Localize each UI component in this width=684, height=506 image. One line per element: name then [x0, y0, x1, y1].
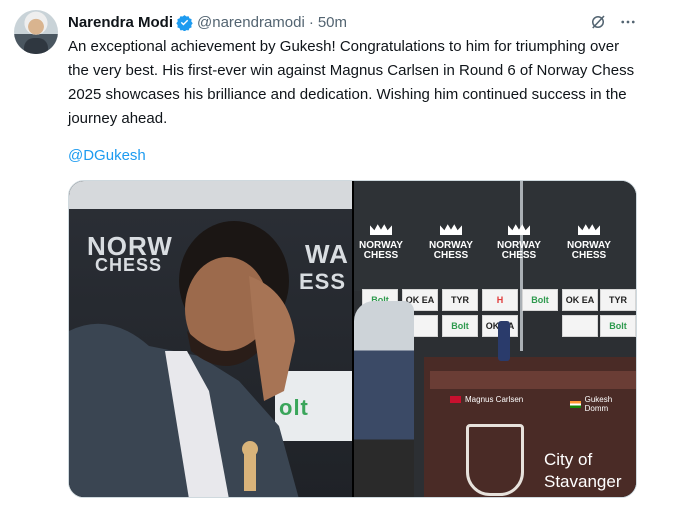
sponsor-board-6: OK EA: [562, 289, 598, 311]
grok-icon[interactable]: [588, 12, 608, 32]
sponsor-board-7: TYR: [600, 289, 636, 311]
mention-link[interactable]: @DGukesh: [68, 146, 146, 166]
tweet-media[interactable]: NORW CHESS WA ESS olt NORWAY CHESS NORWA…: [68, 180, 637, 498]
tweet[interactable]: Narendra Modi @narendramodi · 50m An exc…: [0, 0, 684, 506]
author-handle[interactable]: @narendramodi: [197, 14, 305, 31]
nameplate-carlsen: Magnus Carlsen: [450, 395, 523, 404]
norway-chess-logo-1: NORWAY CHESS: [354, 223, 412, 261]
tweet-text: An exceptional achievement by Gukesh! Co…: [68, 38, 639, 127]
norway-chess-logo-4: NORWAY CHESS: [558, 223, 620, 261]
sponsor-board-4: H: [482, 289, 518, 311]
sponsor-board-10: Bolt: [442, 315, 478, 337]
water-bottle: [498, 321, 510, 361]
sponsor-board-3: TYR: [442, 289, 478, 311]
photo-gukesh[interactable]: NORW CHESS WA ESS olt: [69, 181, 352, 497]
author-name[interactable]: Narendra Modi: [68, 14, 173, 31]
city-text: City of Stavanger: [544, 450, 622, 491]
stavanger-crest: [466, 424, 524, 496]
nameplate-gukesh: Gukesh Domm: [570, 395, 636, 413]
sponsor-board-5: Bolt: [522, 289, 558, 311]
norway-chess-logo-2: NORWAY CHESS: [420, 223, 482, 261]
norway-chess-logo-3: NORWAY CHESS: [488, 223, 550, 261]
timestamp[interactable]: 50m: [318, 14, 347, 31]
photo-chess-hall[interactable]: NORWAY CHESS NORWAY CHESS NORWAY CHESS NORW…: [354, 181, 636, 497]
person-illustration: [69, 221, 299, 497]
verified-badge-icon[interactable]: [176, 14, 193, 31]
tweet-header: Narendra Modi @narendramodi · 50m: [68, 12, 347, 32]
spectator: [354, 301, 414, 497]
separator-dot: ·: [308, 13, 314, 31]
sponsor-board-12: [562, 315, 598, 337]
more-icon[interactable]: [618, 12, 638, 32]
avatar[interactable]: [14, 10, 58, 54]
sponsor-board-13: Bolt: [600, 315, 636, 337]
